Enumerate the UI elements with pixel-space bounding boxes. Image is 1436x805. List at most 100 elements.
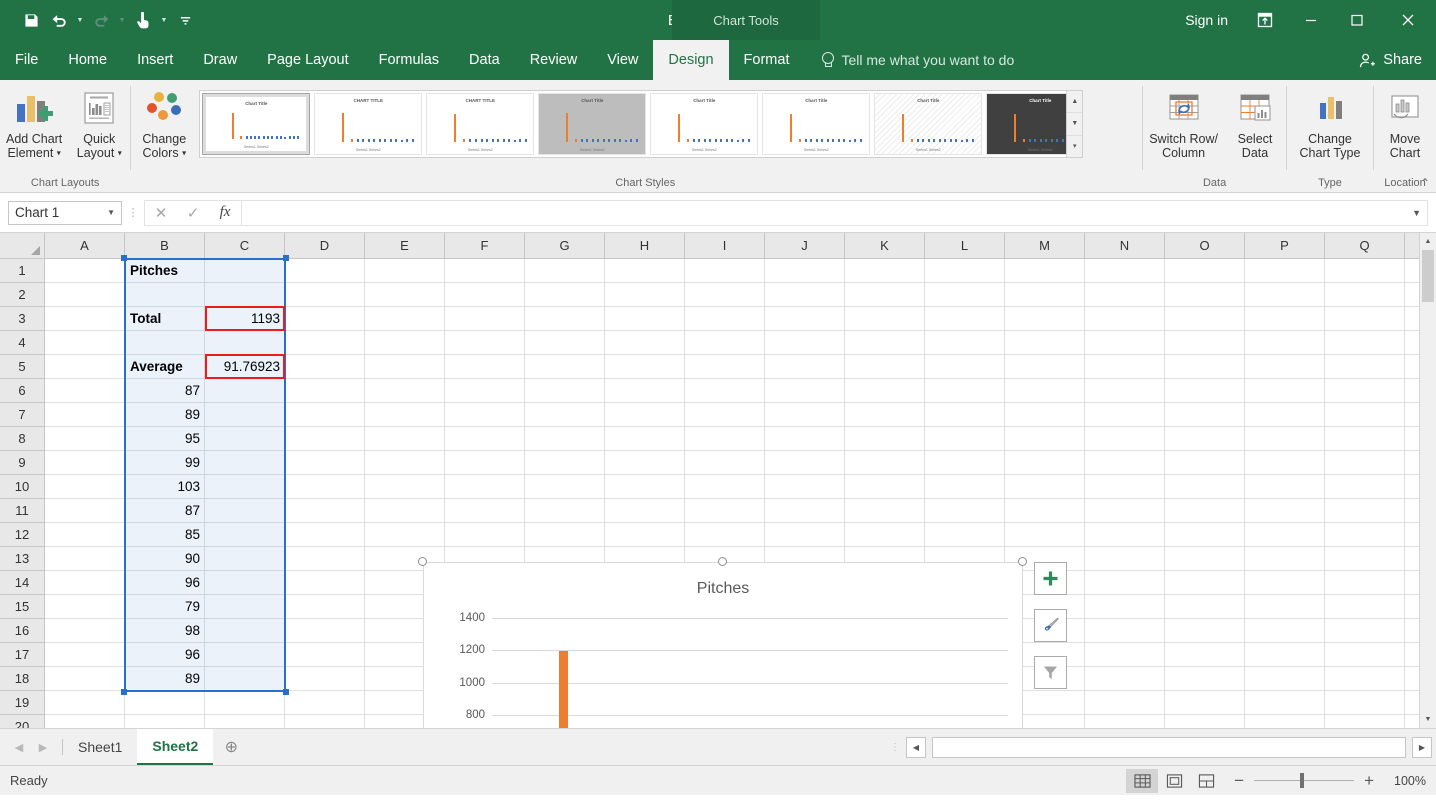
chart-handle-top-left[interactable] [418, 557, 427, 566]
grid-cell[interactable] [925, 475, 1005, 499]
grid-cell[interactable] [365, 331, 445, 355]
cell-B18[interactable]: 89 [125, 667, 205, 690]
grid-cell[interactable] [605, 331, 685, 355]
cell-B10[interactable]: 103 [125, 475, 205, 498]
grid-cell[interactable] [765, 355, 845, 379]
grid-cell[interactable] [1165, 547, 1245, 571]
grid-cell[interactable] [285, 499, 365, 523]
grid-cell[interactable] [45, 283, 125, 307]
grid-cell[interactable] [1085, 259, 1165, 283]
grid-cell[interactable] [1245, 499, 1325, 523]
cell-B15[interactable]: 79 [125, 595, 205, 618]
grid-cell[interactable] [1245, 307, 1325, 331]
grid-cell[interactable] [605, 355, 685, 379]
grid-cell[interactable] [45, 259, 125, 283]
grid-cell[interactable] [1165, 595, 1245, 619]
grid-cell[interactable] [1245, 379, 1325, 403]
grid-cell[interactable] [45, 427, 125, 451]
grid-cell[interactable] [205, 475, 285, 499]
grid-cell[interactable] [285, 571, 365, 595]
row-header-8[interactable]: 8 [0, 427, 44, 451]
grid-cell[interactable] [1085, 427, 1165, 451]
grid-cell[interactable] [765, 499, 845, 523]
grid-cell[interactable] [685, 379, 765, 403]
grid-cell[interactable] [445, 307, 525, 331]
grid-cell[interactable] [1085, 595, 1165, 619]
grid-cell[interactable] [525, 283, 605, 307]
grid-cell[interactable] [1005, 427, 1085, 451]
grid-cell[interactable] [1245, 643, 1325, 667]
grid-cell[interactable] [365, 523, 445, 547]
grid-cell[interactable] [285, 259, 365, 283]
grid-cell[interactable] [1325, 643, 1405, 667]
column-header-C[interactable]: C [205, 233, 285, 258]
chart-plot-area[interactable]: 0200400600800100012001400123456789101112… [459, 612, 1008, 728]
grid-cell[interactable] [205, 283, 285, 307]
grid-cell[interactable] [1245, 523, 1325, 547]
grid-cell[interactable] [1085, 307, 1165, 331]
grid-cell[interactable] [1165, 331, 1245, 355]
chart-object[interactable]: Pitches 02004006008001000120014001234567… [423, 562, 1023, 728]
maximize-icon[interactable] [1334, 0, 1380, 40]
row-header-7[interactable]: 7 [0, 403, 44, 427]
chart-handle-top-center[interactable] [718, 557, 727, 566]
grid-cell[interactable] [525, 475, 605, 499]
grid-cell[interactable] [1165, 523, 1245, 547]
cell-B16[interactable]: 98 [125, 619, 205, 642]
cell-B17[interactable]: 96 [125, 643, 205, 666]
grid-cell[interactable] [365, 283, 445, 307]
grid-cell[interactable] [285, 283, 365, 307]
grid-cell[interactable] [285, 547, 365, 571]
grid-cell[interactable] [1165, 571, 1245, 595]
column-header-L[interactable]: L [925, 233, 1005, 258]
grid-cell[interactable] [525, 331, 605, 355]
grid-cell[interactable] [205, 571, 285, 595]
grid-cell[interactable] [1245, 547, 1325, 571]
tell-me-box[interactable]: Tell me what you want to do [804, 40, 1014, 80]
row-header-10[interactable]: 10 [0, 475, 44, 499]
grid-cell[interactable] [925, 451, 1005, 475]
grid-cell[interactable] [525, 379, 605, 403]
grid-cell[interactable] [765, 451, 845, 475]
tab-review[interactable]: Review [515, 40, 593, 80]
chart-title[interactable]: Pitches [424, 580, 1022, 598]
grid-cell[interactable] [1325, 547, 1405, 571]
row-header-9[interactable]: 9 [0, 451, 44, 475]
grid-cell[interactable] [45, 355, 125, 379]
grid-cell[interactable] [1245, 715, 1325, 728]
zoom-slider[interactable] [1254, 773, 1355, 788]
previous-sheet-icon[interactable]: ◀ [8, 741, 30, 754]
grid-cell[interactable] [525, 307, 605, 331]
grid-cell[interactable] [685, 499, 765, 523]
grid-cell[interactable] [205, 667, 285, 691]
grid-cell[interactable] [1245, 331, 1325, 355]
chart-styles-button[interactable] [1034, 609, 1067, 642]
cell-B6[interactable]: 87 [125, 379, 205, 402]
grid-cell[interactable] [45, 667, 125, 691]
grid-cell[interactable] [685, 259, 765, 283]
confirm-entry-icon[interactable]: ✓ [177, 201, 209, 225]
grid-cell[interactable] [1005, 331, 1085, 355]
grid-cell[interactable] [685, 355, 765, 379]
undo-dropdown-icon[interactable]: ▼ [74, 17, 86, 24]
grid-cell[interactable] [605, 283, 685, 307]
grid-cell[interactable] [205, 427, 285, 451]
grid-cell[interactable] [1245, 403, 1325, 427]
zoom-in-button[interactable]: + [1364, 771, 1374, 791]
grid-cell[interactable] [765, 331, 845, 355]
grid-cell[interactable] [1165, 451, 1245, 475]
scroll-up-icon[interactable]: ▲ [1420, 233, 1436, 250]
grid-cell[interactable] [925, 427, 1005, 451]
grid-cell[interactable] [845, 523, 925, 547]
grid-cell[interactable] [1245, 427, 1325, 451]
sheet-tab-sheet1[interactable]: Sheet1 [63, 729, 137, 765]
tab-view[interactable]: View [592, 40, 653, 80]
vertical-scrollbar[interactable]: ▲ ▼ [1419, 233, 1436, 728]
grid-cell[interactable] [1085, 283, 1165, 307]
grid-cell[interactable] [365, 307, 445, 331]
zoom-out-button[interactable]: − [1234, 771, 1244, 791]
grid-cell[interactable] [45, 715, 125, 728]
sheet-tab-sheet2[interactable]: Sheet2 [137, 729, 214, 765]
grid-cell[interactable] [685, 523, 765, 547]
grid-cell[interactable] [1085, 691, 1165, 715]
